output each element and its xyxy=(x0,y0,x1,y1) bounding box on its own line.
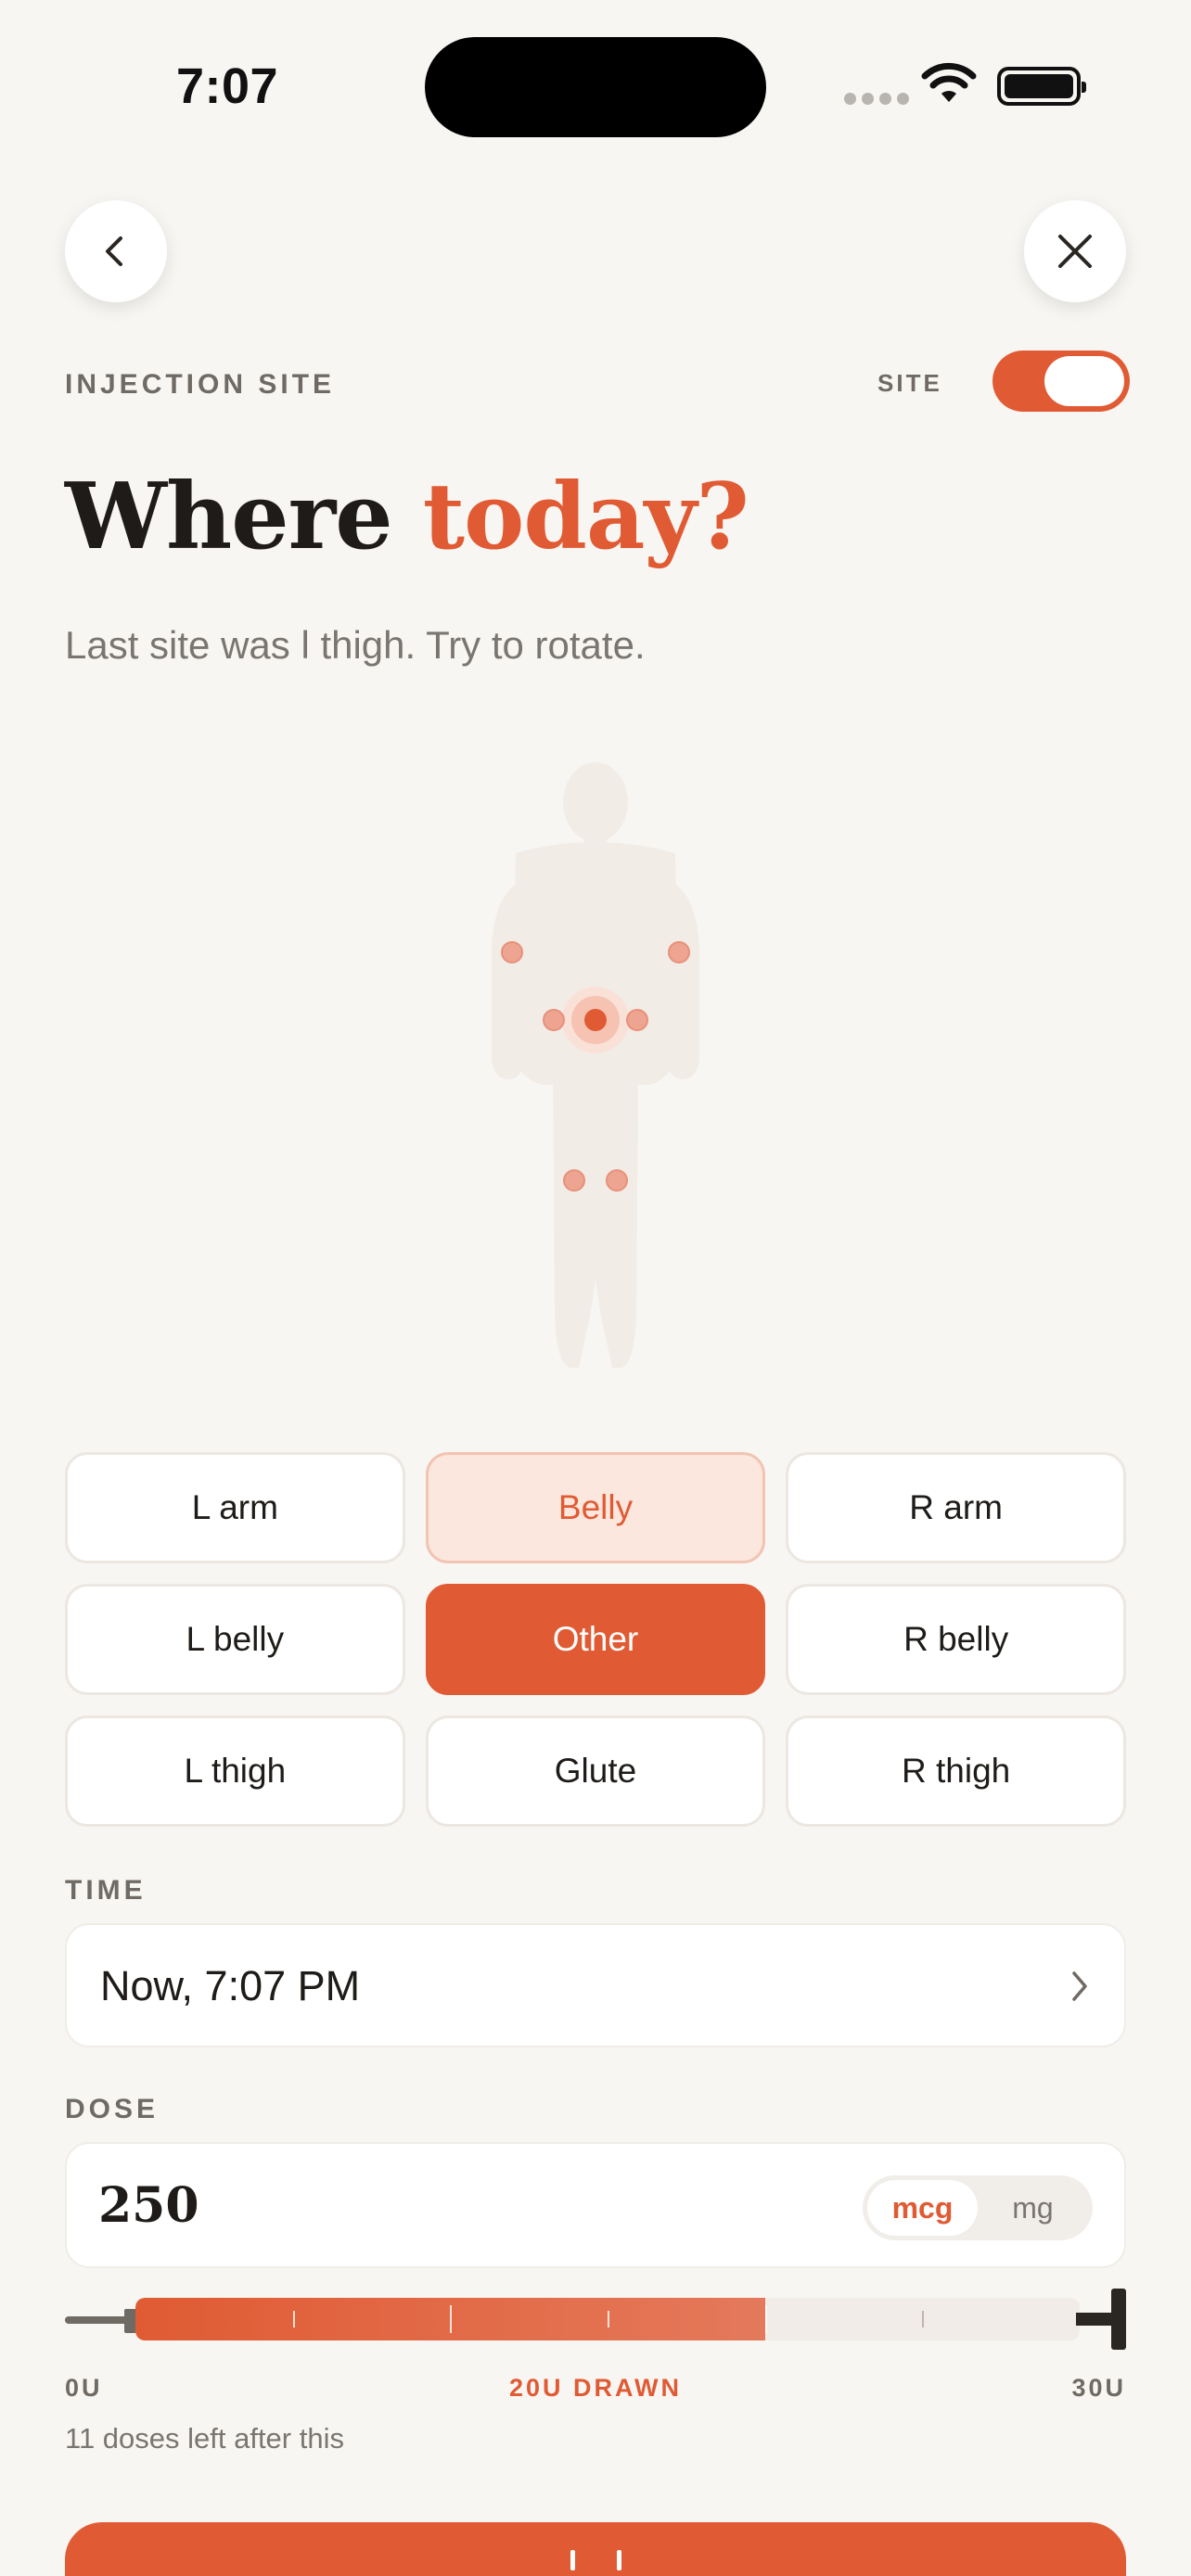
site-r-arm[interactable]: R arm xyxy=(786,1452,1126,1563)
syringe-tick xyxy=(293,2311,295,2327)
unit-option-mcg[interactable]: mcg xyxy=(867,2180,978,2236)
toggle-knob xyxy=(1044,356,1124,406)
dose-value: 250 xyxy=(98,2177,199,2234)
section-label: INJECTION SITE xyxy=(65,369,336,400)
unit-switch: mcg mg xyxy=(863,2175,1093,2240)
site-glute[interactable]: Glute xyxy=(425,1715,766,1827)
time-value: Now, 7:07 PM xyxy=(100,1962,361,2009)
title-accent: today? xyxy=(422,464,749,570)
site-grid: L arm Belly R arm L belly Other R belly … xyxy=(65,1452,1126,1827)
title-main: Where xyxy=(65,464,393,570)
button-label-partial xyxy=(570,2550,621,2570)
cellular-signal-icon xyxy=(844,93,909,105)
site-toggle-label: SITE xyxy=(877,369,942,397)
status-time: 7:07 xyxy=(176,58,279,114)
needle-cap xyxy=(1111,2289,1126,2350)
site-l-thigh[interactable]: L thigh xyxy=(65,1715,405,1827)
syringe-tick xyxy=(450,2305,452,2333)
chevron-left-icon xyxy=(106,236,122,266)
body-diagram xyxy=(492,762,699,1368)
dose-label: DOSE xyxy=(65,2094,160,2124)
time-field[interactable]: Now, 7:07 PM xyxy=(65,1923,1126,2047)
close-button[interactable] xyxy=(1024,200,1126,302)
dynamic-island xyxy=(425,37,766,137)
syringe-gauge[interactable] xyxy=(65,2287,1126,2352)
battery-icon xyxy=(997,67,1086,106)
syringe-max-label: 30U xyxy=(1071,2374,1126,2402)
syringe-tick xyxy=(608,2311,609,2327)
doses-left-text: 11 doses left after this xyxy=(65,2422,344,2455)
unit-option-mg[interactable]: mg xyxy=(978,2180,1088,2236)
page-title: Where today? xyxy=(65,464,749,570)
wifi-icon xyxy=(921,62,977,102)
close-icon xyxy=(1058,235,1092,268)
chevron-right-icon xyxy=(1072,1971,1087,2001)
site-belly[interactable]: Belly xyxy=(425,1452,766,1563)
site-l-arm[interactable]: L arm xyxy=(65,1452,405,1563)
site-r-belly[interactable]: R belly xyxy=(786,1584,1126,1695)
plunger-rod xyxy=(65,2316,128,2324)
syringe-drawn-label: 20U DRAWN xyxy=(508,2374,683,2402)
site-r-thigh[interactable]: R thigh xyxy=(786,1715,1126,1827)
site-other[interactable]: Other xyxy=(425,1584,766,1695)
syringe-tick xyxy=(765,2305,767,2333)
dose-field[interactable]: 250 mcg mg xyxy=(65,2142,1126,2268)
site-toggle[interactable] xyxy=(992,351,1130,412)
time-label: TIME xyxy=(65,1875,147,1906)
log-dose-button[interactable] xyxy=(65,2522,1126,2576)
site-l-belly[interactable]: L belly xyxy=(65,1584,405,1695)
page-subtitle: Last site was l thigh. Try to rotate. xyxy=(65,623,646,667)
syringe-barrel xyxy=(135,2298,1080,2340)
syringe-tick xyxy=(922,2311,924,2327)
back-button[interactable] xyxy=(65,200,167,302)
